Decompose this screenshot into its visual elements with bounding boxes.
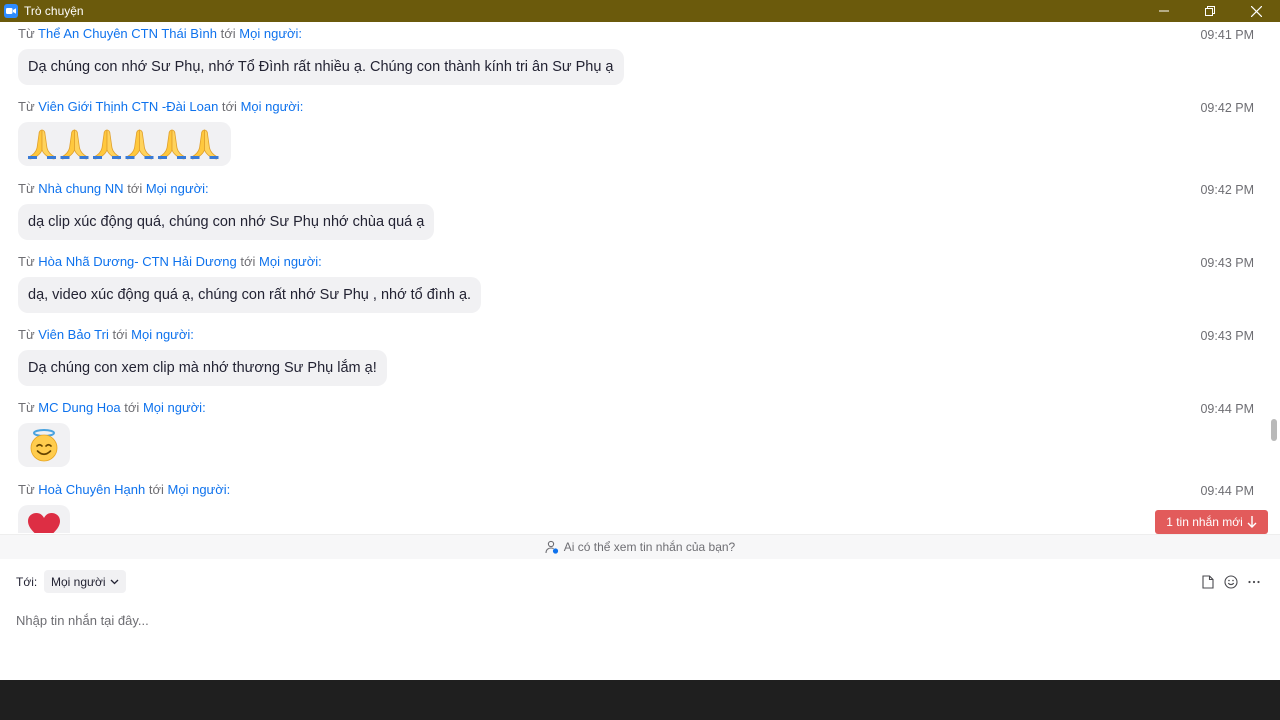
from-label: Từ [18,327,35,342]
message-bubble[interactable]: dạ clip xúc động quá, chúng con nhớ Sư P… [18,204,435,240]
arrow-down-icon [1247,516,1257,528]
message-time: 09:41 PM [1200,28,1254,42]
to-label: Tới: [16,575,38,589]
message-composer: Tới: Mọi người [0,559,1280,680]
sender-name[interactable]: Viên Giới Thịnh CTN -Đài Loan [38,99,218,114]
emoji-message-bubble[interactable] [18,505,70,533]
close-icon [1250,5,1262,17]
message-time: 09:44 PM [1200,402,1254,416]
sender-name[interactable]: Hòa Nhã Dương- CTN Hải Dương [38,254,236,269]
message-time: 09:44 PM [1200,484,1254,498]
recipient-select[interactable]: Mọi người [44,570,126,593]
from-label: Từ [18,400,35,415]
message-time: 09:42 PM [1200,101,1254,115]
smiling-face-with-halo-icon [30,429,58,462]
to-word: tới [112,327,128,342]
scrollbar-thumb[interactable] [1271,419,1277,441]
file-button[interactable] [1199,573,1217,591]
recipient-name[interactable]: Mọi người: [241,99,304,114]
message-list[interactable]: Từ Thể An Chuyên CTN Thái Bình tới Mọi n… [0,22,1268,533]
message-header: Từ Hòa Nhã Dương- CTN Hải Dương tới Mọi … [18,254,322,269]
chevron-down-icon [110,579,119,584]
to-word: tới [221,99,237,114]
emoji-message-bubble[interactable] [18,423,70,467]
sender-name[interactable]: MC Dung Hoa [38,400,120,415]
sender-name[interactable]: Hoà Chuyên Hạnh [38,482,145,497]
sender-name[interactable]: Thể An Chuyên CTN Thái Bình [38,26,217,41]
sender-name[interactable]: Viên Bảo Tri [38,327,109,342]
from-label: Từ [18,254,35,269]
message-header: Từ Nhà chung NN tới Mọi người: [18,181,209,196]
recipient-name[interactable]: Mọi người: [168,482,231,497]
message-header: Từ Thể An Chuyên CTN Thái Bình tới Mọi n… [18,26,302,41]
message-time: 09:43 PM [1200,329,1254,343]
recipient-name[interactable]: Mọi người: [239,26,302,41]
recipient-name[interactable]: Mọi người: [259,254,322,269]
message-header: Từ Viên Giới Thịnh CTN -Đài Loan tới Mọi… [18,99,303,114]
title-bar: Trò chuyện [0,0,1280,22]
recipient-name[interactable]: Mọi người: [146,181,209,196]
red-heart-icon [28,513,60,533]
message-bubble[interactable]: Dạ chúng con xem clip mà nhớ thương Sư P… [18,350,387,386]
new-message-button[interactable]: 1 tin nhắn mới [1155,510,1268,534]
restore-icon [1205,6,1215,16]
video-camera-icon [4,4,18,18]
taskbar [0,680,1280,720]
emoji-button[interactable] [1222,573,1240,591]
to-word: tới [148,482,164,497]
file-icon [1202,575,1214,589]
recipient-name[interactable]: Mọi người: [143,400,206,415]
message-time: 09:42 PM [1200,183,1254,197]
message-header: Từ Viên Bảo Tri tới Mọi người: [18,327,194,342]
smiley-icon [1224,575,1238,589]
minimize-icon [1159,10,1169,12]
emoji-message-bubble[interactable] [18,122,231,166]
from-label: Từ [18,26,35,41]
privacy-notice[interactable]: Ai có thể xem tin nhắn của bạn? [0,534,1280,560]
scrollbar[interactable] [1268,22,1280,533]
message-input[interactable] [16,600,1256,640]
more-options-button[interactable] [1245,573,1263,591]
to-word: tới [240,254,256,269]
from-label: Từ [18,482,35,497]
message-header: Từ Hoà Chuyên Hạnh tới Mọi người: [18,482,230,497]
to-word: tới [127,181,143,196]
recipient-name[interactable]: Mọi người: [131,327,194,342]
window-title: Trò chuyện [24,4,84,18]
recipient-select-value: Mọi người [51,574,106,589]
folded-hands-icon [27,129,219,160]
minimize-button[interactable] [1141,0,1187,22]
privacy-text: Ai có thể xem tin nhắn của bạn? [563,540,736,554]
message-header: Từ MC Dung Hoa tới Mọi người: [18,400,206,415]
close-button[interactable] [1233,0,1279,22]
from-label: Từ [18,99,35,114]
message-bubble[interactable]: dạ, video xúc động quá ạ, chúng con rất … [18,277,482,313]
user-privacy-icon [545,540,558,554]
message-bubble[interactable]: Dạ chúng con nhớ Sư Phụ, nhớ Tổ Đình rất… [18,49,624,85]
sender-name[interactable]: Nhà chung NN [38,181,123,196]
new-message-label: 1 tin nhắn mới [1166,515,1243,529]
to-word: tới [220,26,236,41]
more-horizontal-icon [1248,580,1260,584]
to-word: tới [124,400,140,415]
restore-button[interactable] [1187,0,1233,22]
message-time: 09:43 PM [1200,256,1254,270]
from-label: Từ [18,181,35,196]
